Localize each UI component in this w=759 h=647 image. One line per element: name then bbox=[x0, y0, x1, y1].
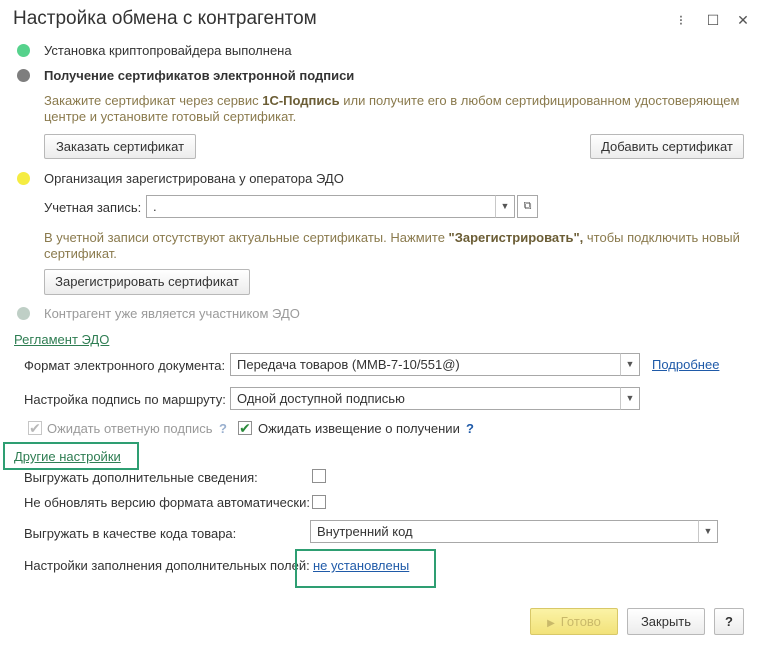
step-certs-label: Получение сертификатов электронной подпи… bbox=[44, 68, 355, 83]
wait-reply-checkbox[interactable]: ✔ bbox=[28, 421, 42, 435]
registered-info-text-2: чтобы подключить новый bbox=[583, 230, 740, 245]
format-select[interactable]: Передача товаров (ММВ-7-10/551@) bbox=[230, 353, 621, 376]
wait-notice-checkbox[interactable]: ✔ bbox=[238, 421, 252, 435]
fill-settings-label: Настройки заполнения дополнительных поле… bbox=[24, 558, 310, 573]
wait-notice-help-icon[interactable]: ? bbox=[466, 421, 474, 436]
registered-info-bold: "Зарегистрировать", bbox=[448, 230, 584, 245]
step-crypto-label: Установка криптопровайдера выполнена bbox=[44, 43, 292, 58]
registered-info-text: В учетной записи отсутствуют актуальные … bbox=[44, 230, 449, 245]
wait-reply-help-icon[interactable]: ? bbox=[219, 421, 227, 436]
done-button-label: Готово bbox=[560, 614, 601, 629]
status-dot-green-icon bbox=[17, 44, 30, 57]
step-registered-label: Организация зарегистрирована у оператора… bbox=[44, 171, 344, 186]
wait-reply-label: Ожидать ответную подпись bbox=[47, 421, 213, 436]
wait-notice-label: Ожидать извещение о получении bbox=[258, 421, 460, 436]
certs-info-text-2: или получите его в любом сертифицированн… bbox=[339, 93, 740, 108]
code-label: Выгружать в качестве кода товара: bbox=[24, 526, 237, 541]
certs-info-text: Закажите сертификат через сервис bbox=[44, 93, 263, 108]
format-dropdown-icon[interactable]: ▼ bbox=[620, 353, 640, 376]
add-certificate-button[interactable]: Добавить сертификат bbox=[590, 134, 744, 159]
check-icon: ✔ bbox=[239, 420, 251, 436]
certs-info-service: 1С-Подпись bbox=[262, 93, 340, 108]
status-dot-gray-icon bbox=[17, 69, 30, 82]
check-icon: ✔ bbox=[29, 420, 41, 436]
more-icon[interactable]: ⁝ bbox=[671, 10, 691, 30]
account-label: Учетная запись: bbox=[44, 200, 142, 215]
certs-info-line1: Закажите сертификат через сервис 1С-Подп… bbox=[44, 93, 739, 109]
window-title: Настройка обмена с контрагентом bbox=[13, 8, 317, 29]
open-account-icon[interactable]: ⧉ bbox=[517, 195, 538, 218]
status-dot-disabled-icon bbox=[17, 307, 30, 320]
format-label: Формат электронного документа: bbox=[24, 358, 226, 373]
code-dropdown-icon[interactable]: ▼ bbox=[698, 520, 718, 543]
export-extra-label: Выгружать дополнительные сведения: bbox=[24, 470, 258, 485]
registered-info-line1: В учетной записи отсутствуют актуальные … bbox=[44, 230, 740, 246]
code-select[interactable]: Внутренний код bbox=[310, 520, 699, 543]
order-certificate-button[interactable]: Заказать сертификат bbox=[44, 134, 196, 159]
no-update-checkbox[interactable] bbox=[312, 495, 326, 509]
done-button[interactable]: ▶ Готово bbox=[530, 608, 618, 635]
close-button[interactable]: Закрыть bbox=[627, 608, 705, 635]
help-button[interactable]: ? bbox=[714, 608, 744, 635]
route-dropdown-icon[interactable]: ▼ bbox=[620, 387, 640, 410]
reglament-link[interactable]: Регламент ЭДО bbox=[14, 332, 109, 347]
other-settings-link[interactable]: Другие настройки bbox=[14, 449, 121, 464]
maximize-icon[interactable]: ☐ bbox=[703, 10, 723, 30]
no-update-label: Не обновлять версию формата автоматическ… bbox=[24, 495, 310, 510]
account-input[interactable]: . bbox=[146, 195, 496, 218]
route-select[interactable]: Одной доступной подписью bbox=[230, 387, 621, 410]
certs-info-line2: центре и установите готовый сертификат. bbox=[44, 109, 297, 124]
registered-info-line2: сертификат. bbox=[44, 246, 117, 261]
account-dropdown-icon[interactable]: ▼ bbox=[495, 195, 515, 218]
close-icon[interactable]: ✕ bbox=[733, 10, 753, 30]
register-certificate-button[interactable]: Зарегистрировать сертификат bbox=[44, 269, 250, 295]
play-icon: ▶ bbox=[547, 618, 555, 629]
step-counterparty-label: Контрагент уже является участником ЭДО bbox=[44, 306, 300, 321]
export-extra-checkbox[interactable] bbox=[312, 469, 326, 483]
route-label: Настройка подпись по маршруту: bbox=[24, 392, 226, 407]
fill-settings-link[interactable]: не установлены bbox=[313, 558, 409, 573]
details-link[interactable]: Подробнее bbox=[652, 357, 719, 372]
status-dot-yellow-icon bbox=[17, 172, 30, 185]
